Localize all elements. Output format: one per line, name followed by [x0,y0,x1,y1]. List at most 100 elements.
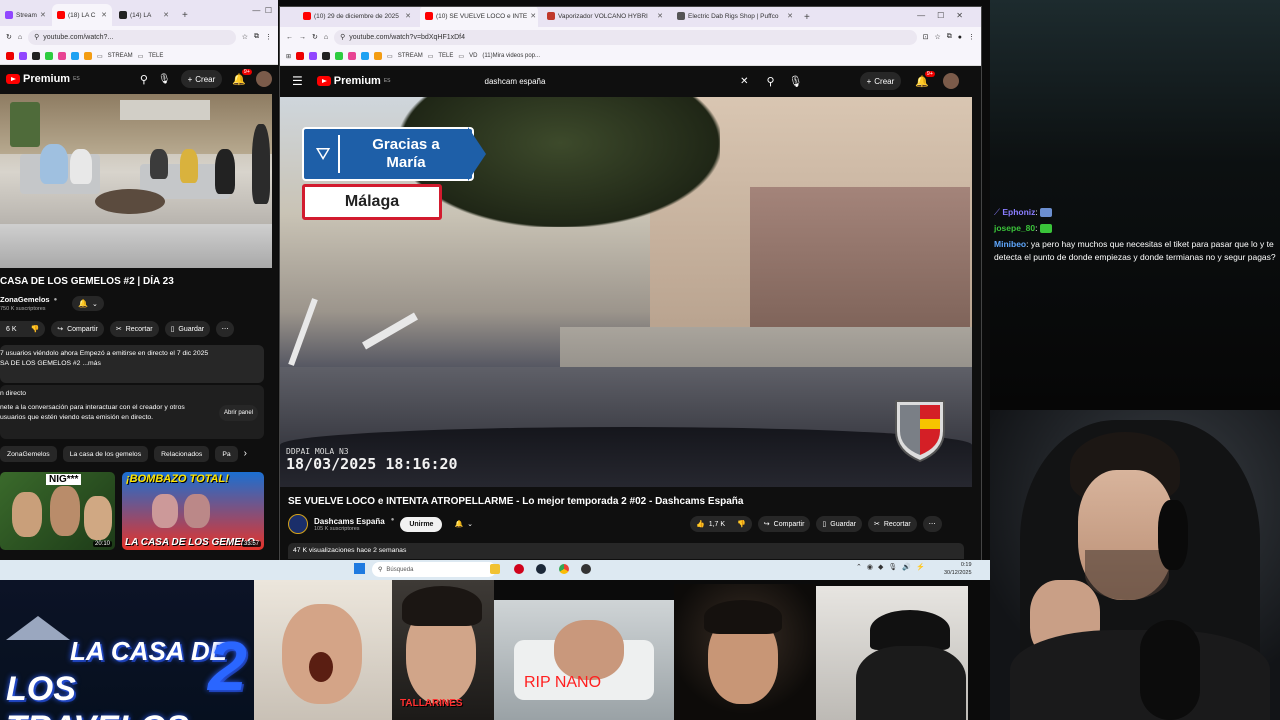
search-box[interactable]: dashcam españa ✕ ⚲ [475,71,775,91]
bookmark-icon[interactable] [6,52,14,60]
microphone-icon[interactable]: 🎙 [158,74,171,85]
chip-1[interactable]: La casa de los gemelos [62,446,149,462]
window-controls[interactable]: —☐✕ [917,11,975,20]
related-video-thumb-0[interactable]: NIG*** 20:10 [0,472,115,550]
chat-username[interactable]: josepe_80 [994,223,1035,233]
right-video-player[interactable]: ⛛ Gracias a María Málaga DDPAI MOLA N3 1… [280,97,972,487]
more-actions-button[interactable]: ⋯ [216,321,235,337]
site-info-icon[interactable]: ⚲ [34,33,39,41]
bookmark-icon[interactable] [361,52,370,60]
channel-name[interactable]: ZonaGemelos [0,295,50,304]
forward-icon[interactable]: → [299,34,306,41]
channel-name[interactable]: Dashcams España [314,517,385,526]
reload-icon[interactable]: ↻ [6,33,12,41]
create-button[interactable]: + Crear [180,70,223,88]
bell-dropdown[interactable]: 🔔 ⌄ [72,296,104,311]
bookmark-folder-tele[interactable]: TELE [148,53,163,59]
share-button[interactable]: ↪ Compartir [757,516,811,532]
search-input[interactable]: dashcam españa [475,77,735,86]
save-button[interactable]: ▯ Guardar [164,321,211,337]
notifications-icon[interactable]: 🔔 9+ [915,70,935,88]
search-icon[interactable]: ⚲ [766,75,774,88]
hamburger-menu-icon[interactable]: ☰ [292,74,303,88]
search-icon[interactable]: ⚲ [140,73,148,86]
site-info-icon[interactable]: ⚲ [340,33,345,41]
left-video-player[interactable] [0,94,272,268]
clear-search-icon[interactable]: ✕ [740,76,748,87]
youtube-logo[interactable]: Premium ES [316,75,391,87]
system-tray-icons[interactable]: ⌃◉◆🎙🔊⚡ [856,563,930,571]
microphone-icon[interactable]: 🎙 [789,75,803,88]
left-tab-0[interactable]: Stream ✕ [0,4,50,26]
notifications-icon[interactable]: 🔔 9+ [232,68,252,86]
right-tab-3[interactable]: Electric Dab Rigs Shop | Puffco ✕ [672,7,798,27]
create-button[interactable]: + Crear [859,72,902,90]
close-icon[interactable]: ✕ [101,11,107,19]
clip-button[interactable]: ✂ Recortar [109,321,159,337]
left-tab-1[interactable]: (18) LA C ✕ [52,4,112,26]
bookmark-icon[interactable] [296,52,305,60]
bookmark-icon[interactable] [322,52,331,60]
apps-icon[interactable]: ⊞ [286,53,291,60]
bookmark-icon[interactable] [71,52,79,60]
close-icon[interactable]: ✕ [787,12,793,20]
right-address-bar[interactable]: ⚲ youtube.com/watch?v=bdXqHF1xDf4 [334,29,917,45]
related-video-thumb-1[interactable]: ¡BOMBAZO TOTAL! LA CASA DE LOS GEMELO 33… [122,472,264,550]
back-icon[interactable]: ← [286,34,293,41]
bookmark-folder-stream[interactable]: STREAM [108,53,133,59]
bookmark-icon[interactable] [45,52,53,60]
extensions-icon[interactable]: ⧉ [947,33,952,41]
avatar[interactable] [256,71,272,87]
app-icon[interactable] [514,564,524,574]
window-controls[interactable]: — ☐ [252,6,272,15]
taskbar-search[interactable]: ⚲ Búsqueda [372,562,496,577]
thumbs-down-icon[interactable]: 👎 [737,520,746,528]
chat-username[interactable]: Ephoniz [1002,207,1035,217]
save-button[interactable]: ▯ Guardar [816,516,862,532]
join-button[interactable]: Unirme [400,516,443,532]
home-icon[interactable]: ⌂ [324,34,328,41]
bookmark-icon[interactable] [335,52,344,60]
steam-icon[interactable] [536,564,546,574]
extensions-icon[interactable]: ⧉ [254,33,259,41]
star-icon[interactable]: ☆ [242,33,248,41]
share-button[interactable]: ↪ Compartir [51,321,104,337]
file-explorer-icon[interactable] [490,564,500,574]
reload-icon[interactable]: ↻ [312,33,318,41]
avatar[interactable] [943,73,959,89]
close-icon[interactable]: ✕ [530,12,536,20]
menu-icon[interactable]: ⋮ [265,33,272,41]
right-tab-0[interactable]: (10) 29 de diciembre de 2025 ✕ [298,7,416,27]
chip-0[interactable]: ZonaGemelos [0,446,57,462]
chip-2[interactable]: Relacionados [154,446,210,462]
open-panel-button[interactable]: Abrir panel [218,405,258,421]
bookmark-folder-tele[interactable]: TELE [438,53,453,59]
right-description-box[interactable]: 47 K visualizaciones hace 2 semanas [288,543,964,559]
profile-icon[interactable]: ● [958,34,962,41]
new-tab-icon[interactable]: + [804,12,810,23]
bookmark-icon[interactable] [309,52,318,60]
chip-3[interactable]: Pa [215,446,238,462]
like-button[interactable]: 👍 1,7 K 👎 [690,516,752,532]
bookmark-icon[interactable] [19,52,27,60]
chevron-right-icon[interactable]: › [244,446,247,462]
home-icon[interactable]: ⌂ [18,34,22,41]
left-subscribe-bell[interactable]: 🔔 ⌄ [72,296,104,311]
close-icon[interactable]: ✕ [163,11,169,19]
bookmark-folder-stream[interactable]: STREAM [398,53,423,59]
windows-start-icon[interactable] [354,563,365,574]
channel-avatar[interactable] [288,514,308,534]
bookmark-icon[interactable] [374,52,383,60]
more-actions-button[interactable]: ⋯ [922,516,942,532]
left-address-bar[interactable]: ⚲ youtube.com/watch?... [28,29,236,45]
chrome-icon[interactable] [559,564,569,574]
like-button[interactable]: 6 K 👎 [0,321,46,337]
youtube-logo[interactable]: Premium ES [6,73,80,85]
bookmark-icon[interactable] [84,52,92,60]
taskbar-clock[interactable]: 0:19 30/12/2025 [944,561,972,577]
right-tab-1[interactable]: (10) SE VUELVE LOCO e INTE ✕ [420,7,538,27]
clip-button[interactable]: ✂ Recortar [867,516,917,532]
bookmark-popular-videos[interactable]: (11)Mira videos pop... [482,53,540,59]
close-icon[interactable]: ✕ [40,11,46,19]
left-tab-2[interactable]: (14) LA ✕ [114,4,174,26]
